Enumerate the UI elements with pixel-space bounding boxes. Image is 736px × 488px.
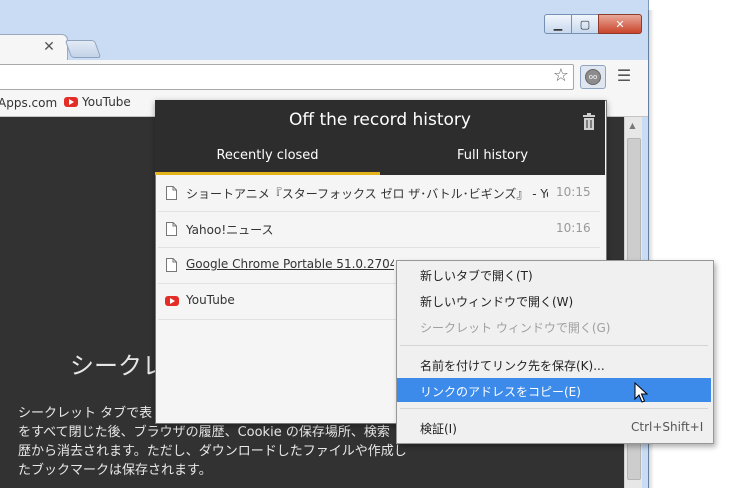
bookmark-youtube[interactable]: YouTube [64, 95, 131, 109]
menu-item-label: リンクのアドレスをコピー(E) [420, 385, 581, 399]
menu-item-label: 検証(I) [420, 422, 457, 436]
extension-button[interactable]: oo [580, 65, 606, 89]
new-tab-button[interactable] [64, 40, 102, 58]
menu-item-shortcut: Ctrl+Shift+I [631, 420, 704, 434]
tab-full-history[interactable]: Full history [380, 148, 605, 172]
description-line: 歴から消去されます。ただし、ダウンロードしたファイルや作成し [18, 444, 407, 459]
star-icon[interactable]: ☆ [550, 66, 572, 86]
menu-separator [400, 345, 708, 346]
item-time: 10:16 [556, 221, 591, 235]
menu-separator [400, 408, 708, 409]
tab-close-icon[interactable]: ✕ [40, 38, 58, 56]
maximize-icon: ▢ [579, 17, 591, 31]
tab-recently-closed[interactable]: Recently closed [155, 148, 380, 172]
incognito-extension-icon: oo [585, 69, 601, 85]
menu-item-label: 新しいウィンドウで開く(W) [420, 295, 574, 309]
trash-icon[interactable] [580, 112, 598, 132]
window-controls: ▁ ▢ ✕ [544, 14, 642, 36]
page-icon [166, 258, 177, 272]
menu-item-label: シークレット ウィンドウで開く(G) [420, 321, 611, 335]
scroll-up-icon[interactable]: ▲ [625, 119, 640, 133]
address-bar[interactable] [0, 64, 574, 90]
close-icon: ✕ [615, 17, 625, 31]
hamburger-menu-icon[interactable]: ☰ [614, 66, 634, 86]
menu-item-label: 新しいタブで開く(T) [420, 269, 533, 283]
item-title[interactable]: Google Chrome Portable 51.0.2704 [186, 257, 394, 271]
bookmark-label: YouTube [82, 95, 131, 109]
menu-item-label: 名前を付けてリンク先を保存(K)... [420, 359, 605, 373]
item-title: YouTube [186, 293, 235, 307]
youtube-icon [165, 296, 179, 306]
description-line: たブックマークは保存されます。 [18, 463, 212, 478]
item-title: ショートアニメ『スターフォックス ゼロ ザ･バトル･ビギンズ』 - You... [186, 187, 548, 201]
item-time: 10:15 [556, 185, 591, 199]
page-icon [166, 222, 177, 236]
active-tab-indicator [155, 172, 380, 175]
youtube-icon [64, 97, 78, 107]
page-icon [166, 186, 177, 200]
mouse-cursor-icon [634, 382, 648, 403]
popup-title: Off the record history [289, 110, 471, 130]
minimize-button[interactable]: ▁ [544, 14, 572, 34]
maximize-button[interactable]: ▢ [571, 14, 599, 34]
close-button[interactable]: ✕ [598, 14, 642, 34]
minimize-icon: ▁ [553, 17, 563, 31]
bookmark-apps[interactable]: Apps.com [0, 96, 57, 110]
description-line: をすべて閉じた後、ブラウザの履歴、Cookie の保存場所、検索 [18, 425, 390, 440]
incognito-title: シークレ [70, 352, 166, 380]
item-title: Yahoo!ニュース [186, 223, 274, 237]
